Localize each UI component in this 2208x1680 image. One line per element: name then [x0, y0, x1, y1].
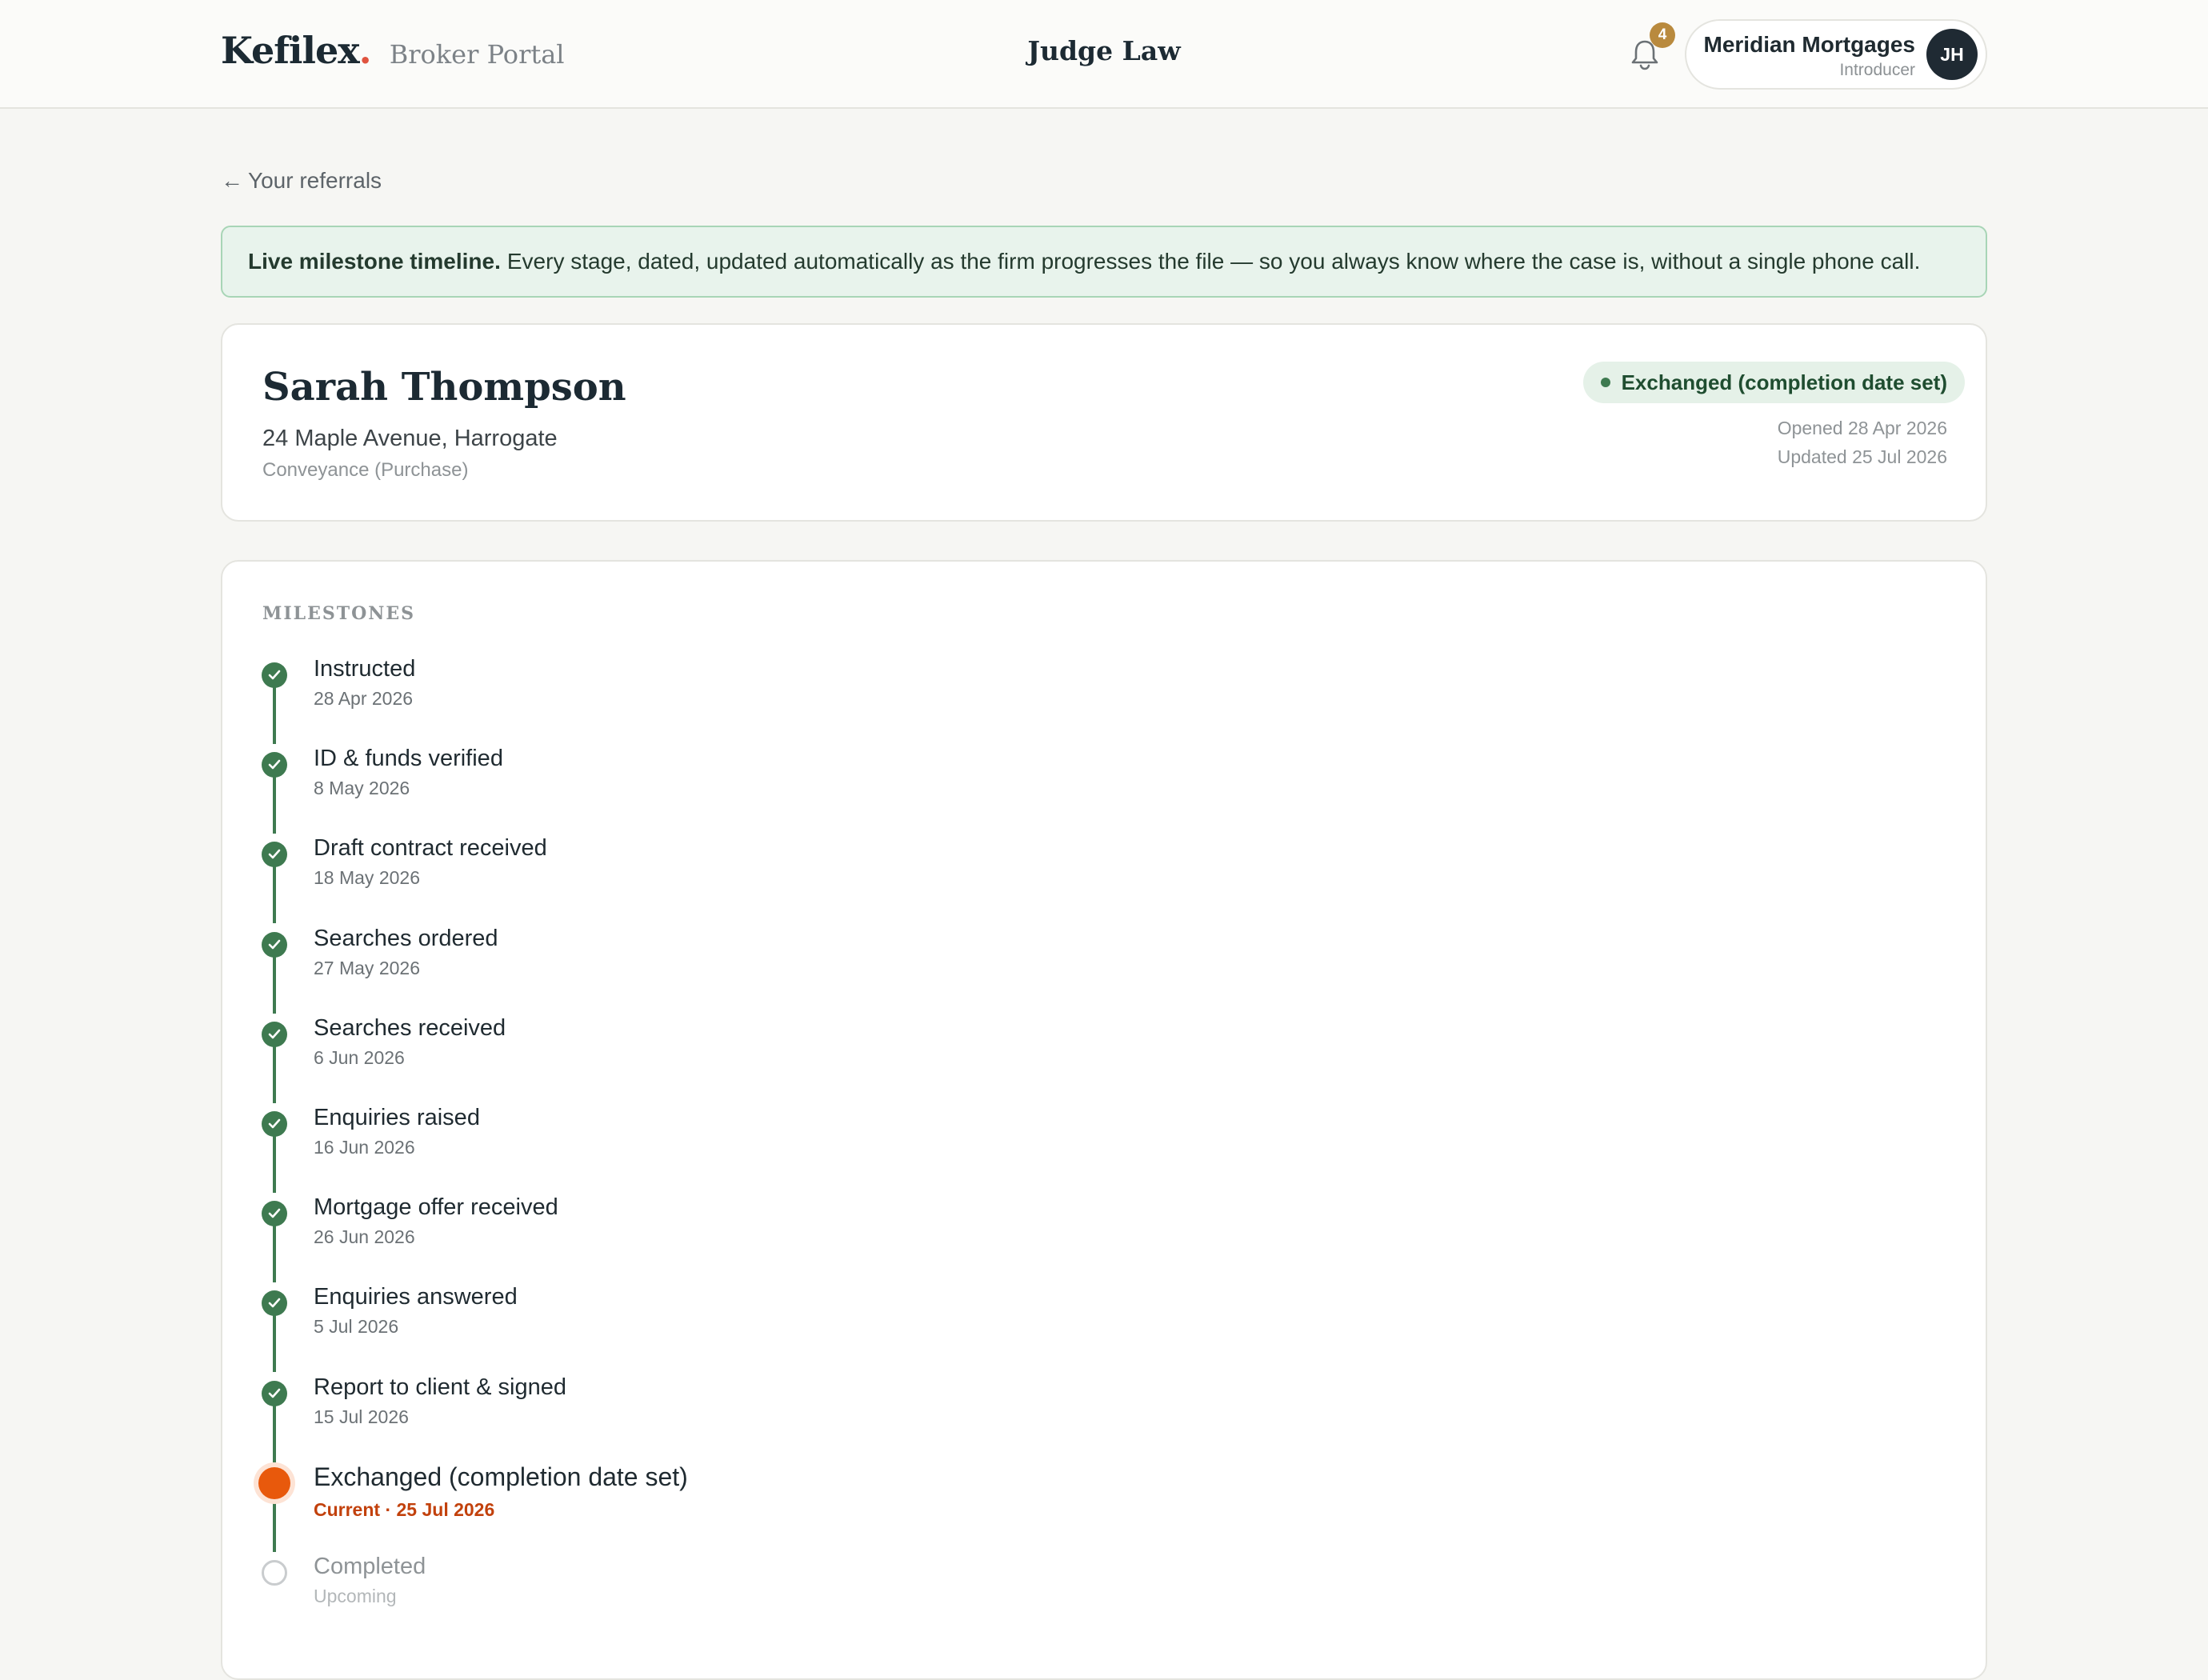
timeline-connector: [273, 770, 276, 834]
milestone-date: 26 Jun 2026: [314, 1226, 415, 1247]
milestone-item: Exchanged (completion date set) Current ·…: [222, 1462, 1182, 1554]
timeline-connector: [273, 1218, 276, 1282]
check-circle-icon: [262, 932, 287, 958]
timeline-connector: [273, 950, 276, 1014]
milestone-title: Completed: [314, 1554, 426, 1579]
milestone-date: Upcoming: [314, 1586, 397, 1606]
milestone-date: 8 May 2026: [314, 778, 410, 798]
milestone-item: Draft contract received 18 May 2026: [222, 835, 1182, 925]
brand-dot: .: [358, 29, 372, 72]
milestone-title: Instructed: [314, 656, 416, 682]
avatar: JH: [1926, 29, 1978, 80]
opened-date: Opened 28 Apr 2026: [1777, 418, 1947, 438]
timeline-connector: [273, 1308, 276, 1372]
case-summary-card: Sarah Thompson 24 Maple Avenue, Harrogat…: [221, 323, 1987, 522]
current-step-icon: [258, 1467, 290, 1499]
status-dot-icon: [1600, 378, 1610, 387]
milestone-item: Enquiries raised 16 Jun 2026: [222, 1105, 1182, 1194]
milestone-title: Searches received: [314, 1015, 506, 1041]
milestones-heading: MILESTONES: [262, 603, 416, 624]
client-name: Sarah Thompson: [262, 365, 626, 410]
property-address: 24 Maple Avenue, Harrogate: [262, 426, 558, 451]
updated-date: Updated 25 Jul 2026: [1777, 446, 1947, 467]
case-type: Conveyance (Purchase): [262, 459, 469, 481]
milestone-title: Enquiries answered: [314, 1284, 518, 1310]
milestone-title: Report to client & signed: [314, 1374, 566, 1400]
milestone-date: 16 Jun 2026: [314, 1137, 415, 1158]
milestone-date: 6 Jun 2026: [314, 1047, 405, 1068]
account-name: Meridian Mortgages: [1703, 32, 1915, 57]
milestone-date: Current · 25 Jul 2026: [314, 1499, 495, 1520]
back-arrow-icon: ←: [221, 168, 243, 193]
check-circle-icon: [262, 752, 287, 778]
check-circle-icon: [262, 1022, 287, 1047]
top-bar: Kefilex. Broker Portal Judge Law 4 Merid…: [0, 0, 2208, 109]
check-circle-icon: [262, 842, 287, 867]
milestone-title: Searches ordered: [314, 926, 498, 951]
milestones-card: MILESTONES Instructed 28 Apr 2026 ID & fun…: [221, 560, 1987, 1680]
milestone-date: 5 Jul 2026: [314, 1316, 399, 1337]
milestone-item: Mortgage offer received 26 Jun 2026: [222, 1194, 1182, 1284]
account-menu[interactable]: Meridian Mortgages Introducer JH: [1685, 19, 1987, 90]
check-circle-icon: [262, 1201, 287, 1226]
timeline-connector: [273, 1039, 276, 1103]
back-to-referrals-link[interactable]: ← Your referrals: [221, 168, 382, 194]
milestone-title: Exchanged (completion date set): [314, 1462, 688, 1491]
timeline-connector: [273, 680, 276, 744]
timeline-connector: [273, 859, 276, 923]
info-banner: Live milestone timeline. Every stage, da…: [221, 226, 1987, 298]
milestone-item: Searches ordered 27 May 2026: [222, 926, 1182, 1015]
banner-text: Every stage, dated, updated automaticall…: [506, 249, 1921, 274]
milestone-date: 27 May 2026: [314, 958, 420, 978]
banner-title: Live milestone timeline.: [248, 249, 501, 274]
milestone-item: Searches received 6 Jun 2026: [222, 1015, 1182, 1105]
check-circle-icon: [262, 1111, 287, 1137]
milestone-date: 15 Jul 2026: [314, 1406, 409, 1427]
check-circle-icon: [262, 1381, 287, 1406]
milestone-item: Instructed 28 Apr 2026: [222, 656, 1182, 746]
milestone-date: 18 May 2026: [314, 867, 420, 888]
upcoming-step-icon: [262, 1560, 287, 1586]
milestone-title: Mortgage offer received: [314, 1194, 558, 1220]
brand-name: Kefilex: [221, 29, 360, 72]
milestone-item: Completed Upcoming: [222, 1554, 1182, 1643]
check-circle-icon: [262, 1290, 287, 1316]
milestone-date: 28 Apr 2026: [314, 688, 414, 709]
firm-name: Judge Law: [1027, 35, 1181, 66]
milestone-item: ID & funds verified 8 May 2026: [222, 746, 1182, 835]
milestone-title: ID & funds verified: [314, 746, 503, 771]
milestone-title: Draft contract received: [314, 835, 547, 861]
back-link-label: Your referrals: [248, 168, 382, 193]
milestone-title: Enquiries raised: [314, 1105, 480, 1130]
milestone-item: Enquiries answered 5 Jul 2026: [222, 1284, 1182, 1374]
timeline-connector: [273, 1129, 276, 1193]
brand-logo[interactable]: Kefilex. Broker Portal: [221, 29, 565, 72]
portal-name: Broker Portal: [389, 39, 565, 70]
notification-badge: 4: [1650, 22, 1675, 48]
check-circle-icon: [262, 662, 287, 688]
status-label: Exchanged (completion date set): [1621, 370, 1947, 394]
milestone-item: Report to client & signed 15 Jul 2026: [222, 1374, 1182, 1464]
status-badge: Exchanged (completion date set): [1582, 362, 1965, 403]
account-role: Introducer: [1839, 61, 1915, 79]
timeline-connector: [273, 1398, 276, 1462]
